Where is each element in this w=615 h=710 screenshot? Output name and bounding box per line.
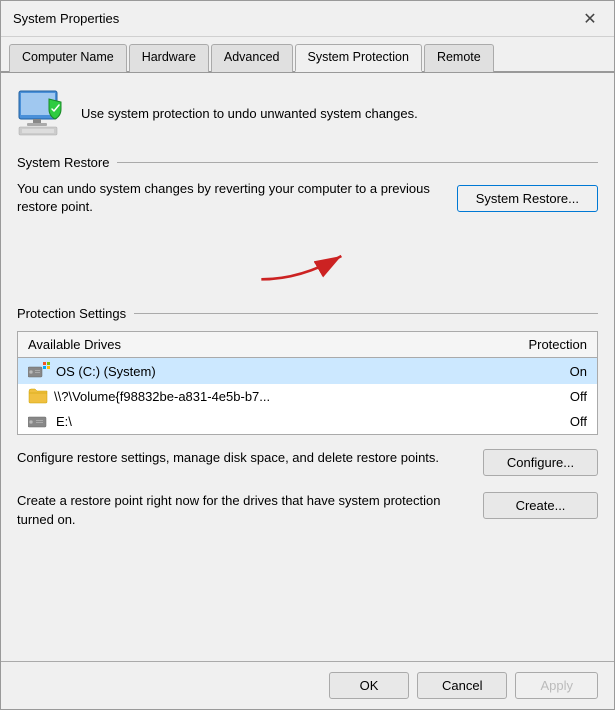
protection-settings-title: Protection Settings (17, 306, 126, 321)
drive-volume-name: \\?\Volume{f98832be-a831-4e5b-b7... (54, 389, 270, 404)
tab-computer-name[interactable]: Computer Name (9, 44, 127, 72)
system-restore-body: You can undo system changes by reverting… (17, 180, 598, 216)
section-divider (117, 162, 598, 163)
col-protection: Protection (528, 337, 587, 352)
header-description: Use system protection to undo unwanted s… (81, 106, 418, 121)
table-header: Available Drives Protection (18, 332, 597, 358)
cancel-button[interactable]: Cancel (417, 672, 507, 699)
create-text: Create a restore point right now for the… (17, 492, 471, 528)
table-row[interactable]: E:\ Off (18, 408, 597, 434)
hdd-system-icon (28, 362, 50, 380)
folder-icon (28, 388, 48, 404)
table-row[interactable]: OS (C:) (System) On (18, 358, 597, 384)
hdd-icon (28, 412, 50, 430)
drive-name-c: OS (C:) (System) (28, 362, 562, 380)
drive-name-e: E:\ (28, 412, 562, 430)
system-restore-button[interactable]: System Restore... (457, 185, 598, 212)
tab-content: Use system protection to undo unwanted s… (1, 73, 614, 661)
create-button[interactable]: Create... (483, 492, 598, 519)
system-properties-dialog: System Properties ✕ Computer Name Hardwa… (0, 0, 615, 710)
system-restore-title: System Restore (17, 155, 109, 170)
configure-text: Configure restore settings, manage disk … (17, 449, 471, 467)
drive-c-name: OS (C:) (System) (56, 364, 156, 379)
create-section: Create a restore point right now for the… (17, 492, 598, 528)
col-available-drives: Available Drives (28, 337, 528, 352)
arrow-container (17, 236, 598, 296)
configure-button[interactable]: Configure... (483, 449, 598, 476)
drives-table: Available Drives Protection (17, 331, 598, 435)
system-restore-header: System Restore (17, 155, 598, 170)
protection-settings-header: Protection Settings (17, 306, 598, 321)
drive-name-volume: \\?\Volume{f98832be-a831-4e5b-b7... (28, 388, 562, 404)
configure-section: Configure restore settings, manage disk … (17, 449, 598, 476)
drive-volume-protection: Off (570, 389, 587, 404)
ok-button[interactable]: OK (329, 672, 409, 699)
apply-button[interactable]: Apply (515, 672, 598, 699)
arrow-icon (248, 236, 368, 296)
table-row[interactable]: \\?\Volume{f98832be-a831-4e5b-b7... Off (18, 384, 597, 408)
drive-e-name: E:\ (56, 414, 72, 429)
tab-system-protection[interactable]: System Protection (295, 44, 422, 72)
system-restore-description: You can undo system changes by reverting… (17, 180, 445, 216)
section-divider-2 (134, 313, 598, 314)
drive-c-protection: On (570, 364, 587, 379)
tab-remote[interactable]: Remote (424, 44, 494, 72)
system-protection-icon (17, 89, 69, 137)
dialog-title: System Properties (13, 11, 119, 26)
title-bar: System Properties ✕ (1, 1, 614, 37)
drive-e-protection: Off (570, 414, 587, 429)
header-section: Use system protection to undo unwanted s… (17, 89, 598, 137)
dialog-footer: OK Cancel Apply (1, 661, 614, 709)
tab-hardware[interactable]: Hardware (129, 44, 209, 72)
close-button[interactable]: ✕ (578, 7, 602, 31)
tab-advanced[interactable]: Advanced (211, 44, 293, 72)
tab-bar: Computer Name Hardware Advanced System P… (1, 37, 614, 73)
